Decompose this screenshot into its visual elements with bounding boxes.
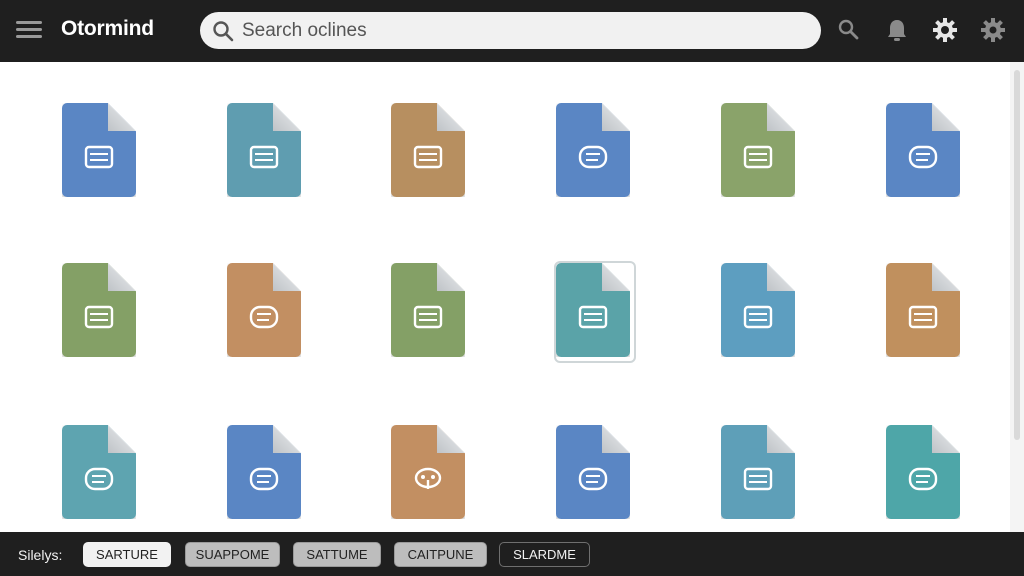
top-bar: Otormind (0, 0, 1024, 62)
bubble-glyph-icon (577, 145, 609, 169)
page-fold (767, 103, 795, 131)
file-item[interactable] (227, 263, 301, 357)
file-item[interactable] (62, 425, 136, 519)
file-item[interactable] (227, 103, 301, 197)
page-fold (932, 263, 960, 291)
page-fold (108, 103, 136, 131)
file-item[interactable] (391, 263, 465, 357)
file-item[interactable] (554, 261, 636, 363)
page-fold (108, 425, 136, 453)
bubble-glyph-icon (83, 467, 115, 491)
bottom-bar: Silelys: SARTURE SUAPPOME SATTUME CAITPUNE S… (0, 532, 1024, 576)
page-fold (437, 263, 465, 291)
file-item[interactable] (227, 425, 301, 519)
search-input[interactable] (242, 19, 802, 42)
lines-glyph-icon (412, 305, 444, 329)
bubble-glyph-icon (248, 467, 280, 491)
page-fold (108, 263, 136, 291)
file-item[interactable] (391, 425, 465, 519)
lines-glyph-icon (742, 305, 774, 329)
file-item[interactable] (886, 425, 960, 519)
bottom-bar-label: Silelys: (18, 547, 63, 563)
bubble-glyph-icon (907, 145, 939, 169)
lines-glyph-icon (742, 467, 774, 491)
filter-chip[interactable]: SATTUME (293, 542, 381, 567)
page-fold (767, 263, 795, 291)
lines-glyph-icon (83, 305, 115, 329)
page-fold (932, 425, 960, 453)
page-fold (602, 103, 630, 131)
page-fold (437, 425, 465, 453)
app-title: Otormind (61, 17, 154, 40)
search-bar[interactable] (200, 12, 821, 49)
lines-glyph-icon (577, 305, 609, 329)
lines-glyph-icon (412, 145, 444, 169)
file-item[interactable] (62, 263, 136, 357)
gear-icon[interactable] (932, 17, 958, 43)
filter-chip[interactable]: SARTURE (83, 542, 171, 567)
page-fold (437, 103, 465, 131)
file-item[interactable] (886, 263, 960, 357)
page-fold (767, 425, 795, 453)
page-fold (932, 103, 960, 131)
file-item[interactable] (391, 103, 465, 197)
file-item[interactable] (886, 103, 960, 197)
bell-icon[interactable] (884, 17, 910, 43)
vertical-scrollbar[interactable] (1010, 62, 1024, 532)
search-icon[interactable] (836, 17, 862, 43)
file-grid (0, 62, 1010, 532)
page-fold (273, 425, 301, 453)
lines-glyph-icon (83, 145, 115, 169)
lines-glyph-icon (248, 145, 280, 169)
filter-chip[interactable]: SLARDME (499, 542, 590, 567)
bubble-glyph-icon (577, 467, 609, 491)
file-item[interactable] (721, 263, 795, 357)
face-glyph-icon (412, 467, 444, 491)
bubble-glyph-icon (907, 467, 939, 491)
hamburger-menu-icon[interactable] (16, 18, 42, 44)
page-fold (273, 103, 301, 131)
file-item[interactable] (62, 103, 136, 197)
scrollbar-thumb[interactable] (1014, 70, 1020, 440)
filter-chip[interactable]: SUAPPOME (185, 542, 280, 567)
page-fold (602, 425, 630, 453)
file-item[interactable] (556, 425, 630, 519)
settings-icon[interactable] (980, 17, 1006, 43)
lines-glyph-icon (907, 305, 939, 329)
file-item[interactable] (721, 103, 795, 197)
page-fold (273, 263, 301, 291)
page-fold (602, 263, 630, 291)
filter-chip[interactable]: CAITPUNE (394, 542, 487, 567)
bubble-glyph-icon (248, 305, 280, 329)
file-item[interactable] (556, 103, 630, 197)
lines-glyph-icon (742, 145, 774, 169)
file-item[interactable] (721, 425, 795, 519)
search-icon (213, 20, 234, 41)
